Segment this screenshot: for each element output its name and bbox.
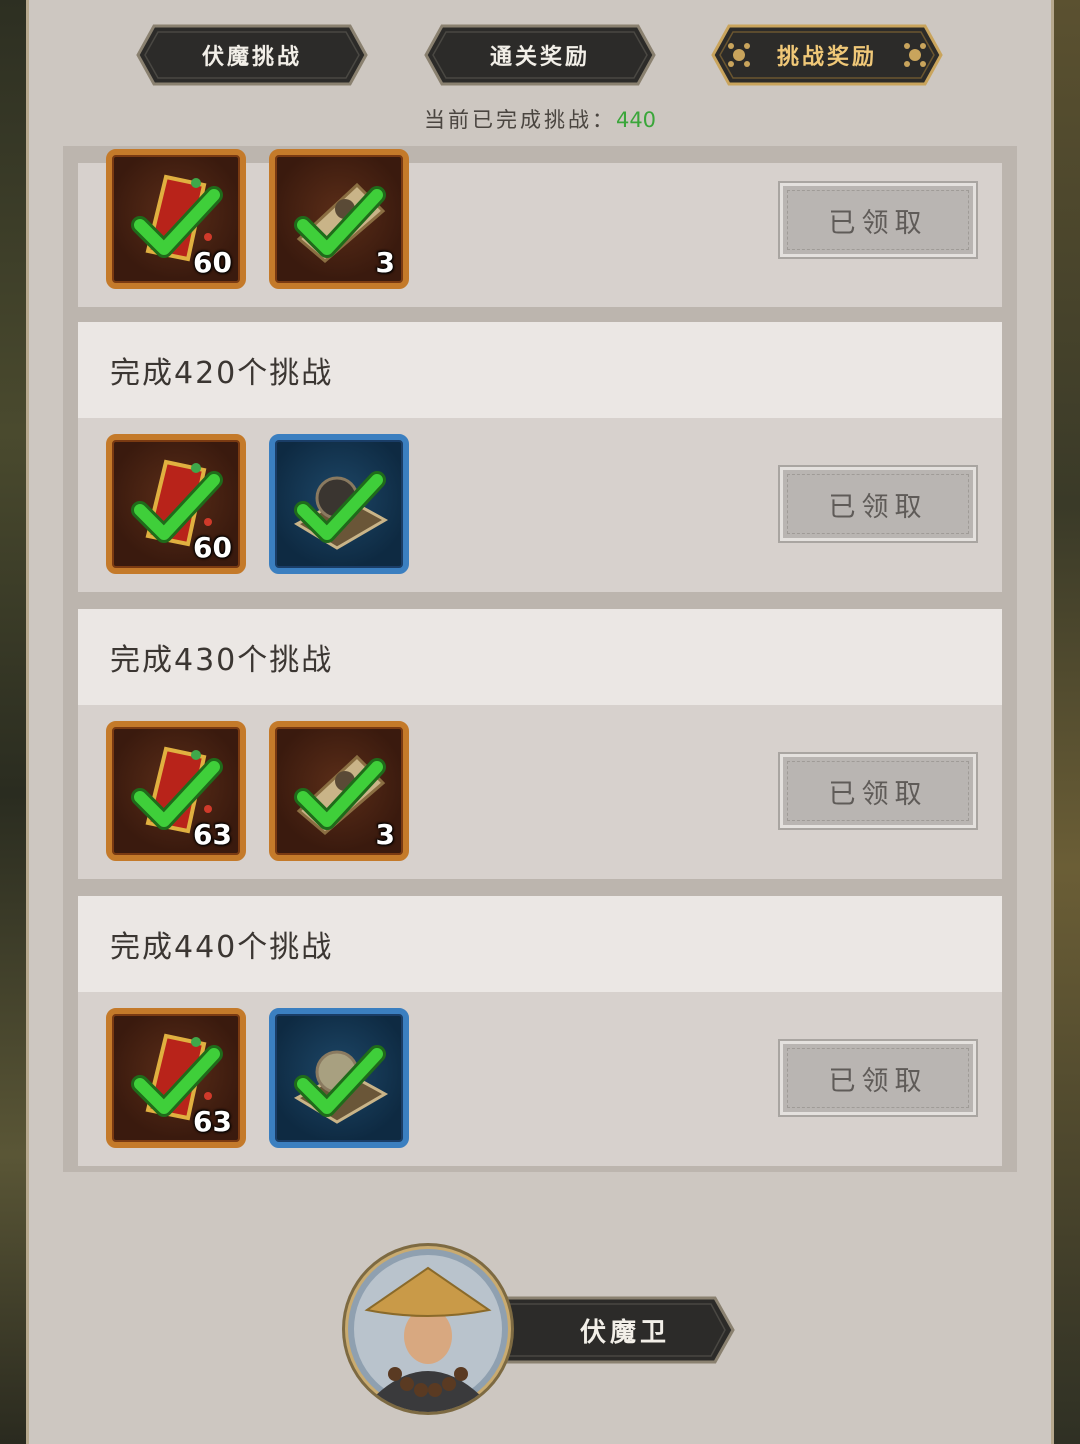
tab-label: 挑战奖励 [776, 45, 877, 70]
item-quantity: 60 [193, 246, 232, 279]
item-quantity: 3 [375, 246, 395, 279]
character-portrait[interactable] [345, 1246, 511, 1412]
reward-title: 完成430个挑战 [78, 609, 1002, 705]
reward-item[interactable] [269, 1008, 409, 1148]
tab-label: 伏魔挑战 [201, 45, 302, 70]
reward-item[interactable]: 3 [269, 721, 409, 861]
tab-challenge-rewards[interactable]: 挑战奖励 [711, 24, 943, 86]
reward-title: 完成440个挑战 [78, 896, 1002, 992]
item-quantity: 63 [193, 1105, 232, 1138]
tab-clear-rewards[interactable]: 通关奖励 [424, 24, 656, 86]
reward-item[interactable]: 63 [106, 1008, 246, 1148]
monk-avatar-icon [348, 1249, 508, 1412]
tab-demon-challenge[interactable]: 伏魔挑战 [136, 24, 368, 86]
reward-item[interactable]: 60 [106, 149, 246, 289]
orb-chest-icon [293, 471, 389, 550]
item-quantity: 60 [193, 531, 232, 564]
reward-title: 完成420个挑战 [78, 322, 1002, 418]
claimed-label: 已领取 [828, 491, 928, 523]
reward-row: 完成420个挑战 60 已领取 [78, 322, 1002, 592]
progress-label: 当前已完成挑战： [423, 108, 616, 132]
claimed-label: 已领取 [828, 1065, 928, 1097]
reward-item[interactable] [269, 434, 409, 574]
claimed-button[interactable]: 已领取 [780, 467, 976, 541]
tab-label: 通关奖励 [489, 45, 590, 70]
item-quantity: 3 [375, 818, 395, 851]
background-right [1050, 0, 1080, 1444]
reward-item[interactable]: 3 [269, 149, 409, 289]
claimed-button[interactable]: 已领取 [780, 183, 976, 257]
claimed-button[interactable]: 已领取 [780, 1041, 976, 1115]
claimed-label: 已领取 [828, 778, 928, 810]
character-badge[interactable]: 伏魔卫 [345, 1246, 745, 1414]
reward-row: 完成430个挑战 63 3 已领取 [78, 609, 1002, 879]
character-name: 伏魔卫 [579, 1317, 670, 1348]
claimed-label: 已领取 [828, 207, 928, 239]
progress-text: 当前已完成挑战：440 [0, 104, 1080, 134]
item-quantity: 63 [193, 818, 232, 851]
orb-chest-icon [293, 1045, 389, 1124]
reward-item[interactable]: 63 [106, 721, 246, 861]
reward-list[interactable]: 60 3 已领取 完成420个挑战 60 已领取 完成430个挑战 63 3 已… [63, 146, 1017, 1172]
claimed-button[interactable]: 已领取 [780, 754, 976, 828]
reward-item[interactable]: 60 [106, 434, 246, 574]
reward-row: 完成440个挑战 63 已领取 [78, 896, 1002, 1166]
progress-value: 440 [615, 108, 657, 132]
reward-row: 60 3 已领取 [78, 149, 1002, 307]
